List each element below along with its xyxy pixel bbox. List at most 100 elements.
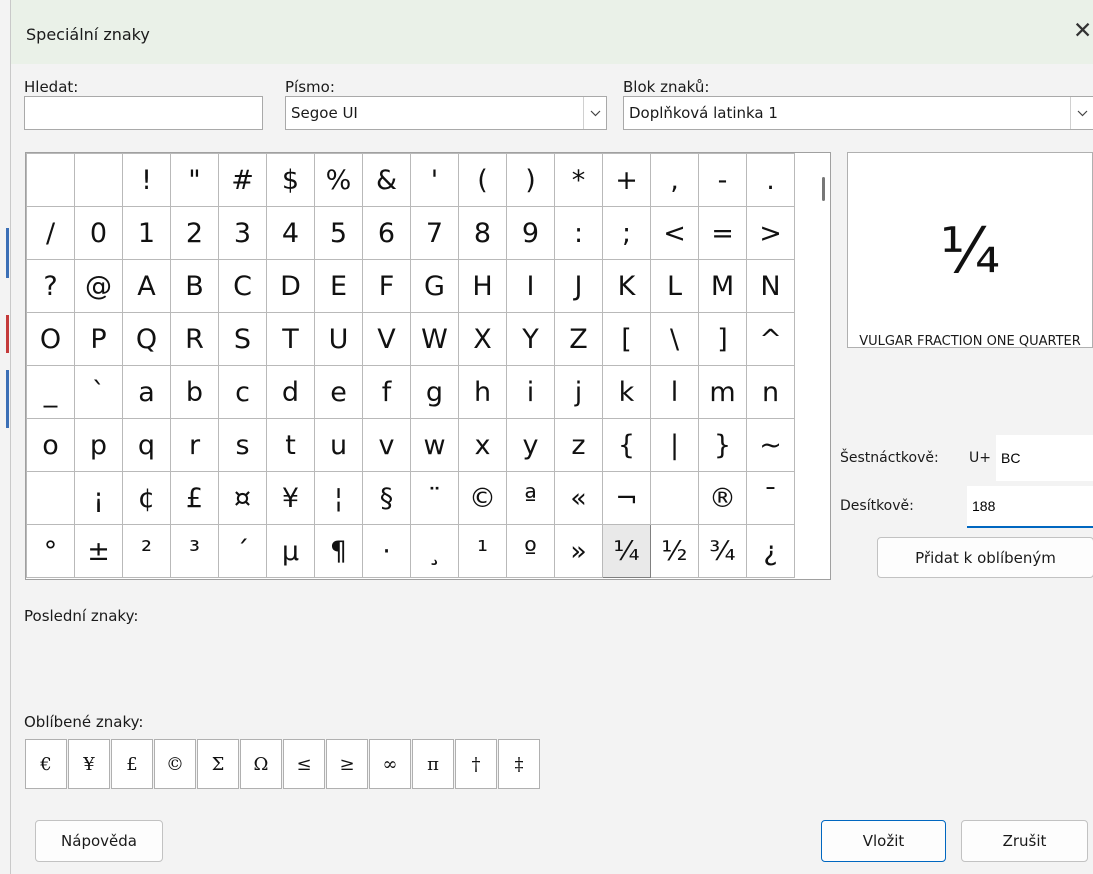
character-cell[interactable]: 6 [362,206,411,260]
character-cell[interactable]: § [362,471,411,525]
character-cell[interactable]: ¦ [314,471,363,525]
character-cell[interactable]: % [314,153,363,207]
character-cell[interactable]: t [266,418,315,472]
favorite-character[interactable]: © [154,739,196,789]
character-cell[interactable]: ¯ [746,471,795,525]
character-cell[interactable]: ¸ [410,524,459,578]
character-cell[interactable]: ¹ [458,524,507,578]
character-cell[interactable]: f [362,365,411,419]
character-cell[interactable]: . [746,153,795,207]
character-cell[interactable]: r [170,418,219,472]
character-cell[interactable]: ¿ [746,524,795,578]
character-cell[interactable]: ¢ [122,471,171,525]
character-cell[interactable]: y [506,418,555,472]
character-cell[interactable]: { [602,418,651,472]
character-cell[interactable]: ~ [746,418,795,472]
favorite-character[interactable]: Σ [197,739,239,789]
character-cell[interactable]: J [554,259,603,313]
favorite-character[interactable]: ∞ [369,739,411,789]
character-cell[interactable]: 3 [218,206,267,260]
character-cell[interactable]: x [458,418,507,472]
character-cell[interactable]: i [506,365,555,419]
character-cell[interactable]: ; [602,206,651,260]
character-cell[interactable]: 7 [410,206,459,260]
character-cell[interactable] [26,153,75,207]
character-cell[interactable]: » [554,524,603,578]
character-cell[interactable]: ] [698,312,747,366]
character-cell[interactable]: a [122,365,171,419]
character-cell[interactable]: < [650,206,699,260]
character-cell[interactable]: E [314,259,363,313]
character-cell[interactable]: ³ [170,524,219,578]
character-cell[interactable]: ¡ [74,471,123,525]
character-cell[interactable]: 2 [170,206,219,260]
help-button[interactable]: Nápověda [35,820,163,862]
character-cell[interactable]: · [362,524,411,578]
character-cell[interactable]: b [170,365,219,419]
character-cell[interactable]: ` [74,365,123,419]
character-cell[interactable]: K [602,259,651,313]
character-cell[interactable]: ¬ [602,471,651,525]
character-cell[interactable]: V [362,312,411,366]
character-cell[interactable]: © [458,471,507,525]
character-cell[interactable]: 8 [458,206,507,260]
character-cell[interactable]: h [458,365,507,419]
character-cell[interactable] [650,471,699,525]
character-cell[interactable]: = [698,206,747,260]
character-cell[interactable]: µ [266,524,315,578]
search-input[interactable] [24,96,263,130]
decimal-code-input[interactable] [967,486,1093,528]
favorite-character[interactable]: † [455,739,497,789]
favorite-character[interactable]: Ω [240,739,282,789]
character-cell[interactable]: ¨ [410,471,459,525]
character-cell[interactable]: m [698,365,747,419]
character-cell[interactable]: 5 [314,206,363,260]
character-cell[interactable]: * [554,153,603,207]
character-cell[interactable]: £ [170,471,219,525]
character-cell[interactable]: 4 [266,206,315,260]
character-cell[interactable]: , [650,153,699,207]
character-cell[interactable]: / [26,206,75,260]
favorite-character[interactable]: ≥ [326,739,368,789]
character-cell[interactable]: c [218,365,267,419]
character-cell[interactable]: ¤ [218,471,267,525]
character-cell[interactable]: e [314,365,363,419]
character-cell[interactable]: + [602,153,651,207]
character-cell[interactable]: } [698,418,747,472]
character-cell[interactable]: u [314,418,363,472]
favorite-character[interactable]: £ [111,739,153,789]
character-cell[interactable]: 0 [74,206,123,260]
character-cell[interactable]: ´ [218,524,267,578]
character-cell[interactable]: X [458,312,507,366]
character-cell[interactable]: D [266,259,315,313]
character-cell[interactable]: Z [554,312,603,366]
character-cell[interactable]: o [26,418,75,472]
character-cell[interactable]: ° [26,524,75,578]
character-cell[interactable]: _ [26,365,75,419]
cancel-button[interactable]: Zrušit [961,820,1088,862]
character-cell[interactable]: | [650,418,699,472]
character-cell[interactable]: U [314,312,363,366]
character-cell[interactable]: \ [650,312,699,366]
character-cell[interactable]: Y [506,312,555,366]
character-cell[interactable]: [ [602,312,651,366]
character-cell[interactable]: I [506,259,555,313]
character-cell[interactable]: H [458,259,507,313]
character-cell[interactable]: B [170,259,219,313]
character-cell[interactable]: @ [74,259,123,313]
character-cell[interactable]: ¶ [314,524,363,578]
hex-code-input[interactable] [996,435,1093,481]
character-cell[interactable] [26,471,75,525]
character-cell[interactable]: ! [122,153,171,207]
character-cell[interactable]: º [506,524,555,578]
character-cell[interactable]: ¼ [602,524,651,578]
chevron-down-icon[interactable] [583,97,606,129]
character-cell[interactable]: N [746,259,795,313]
character-cell[interactable]: F [362,259,411,313]
character-cell[interactable]: M [698,259,747,313]
insert-button[interactable]: Vložit [821,820,946,862]
favorite-character[interactable]: ≤ [283,739,325,789]
character-cell[interactable]: ? [26,259,75,313]
character-cell[interactable]: j [554,365,603,419]
character-cell[interactable]: P [74,312,123,366]
